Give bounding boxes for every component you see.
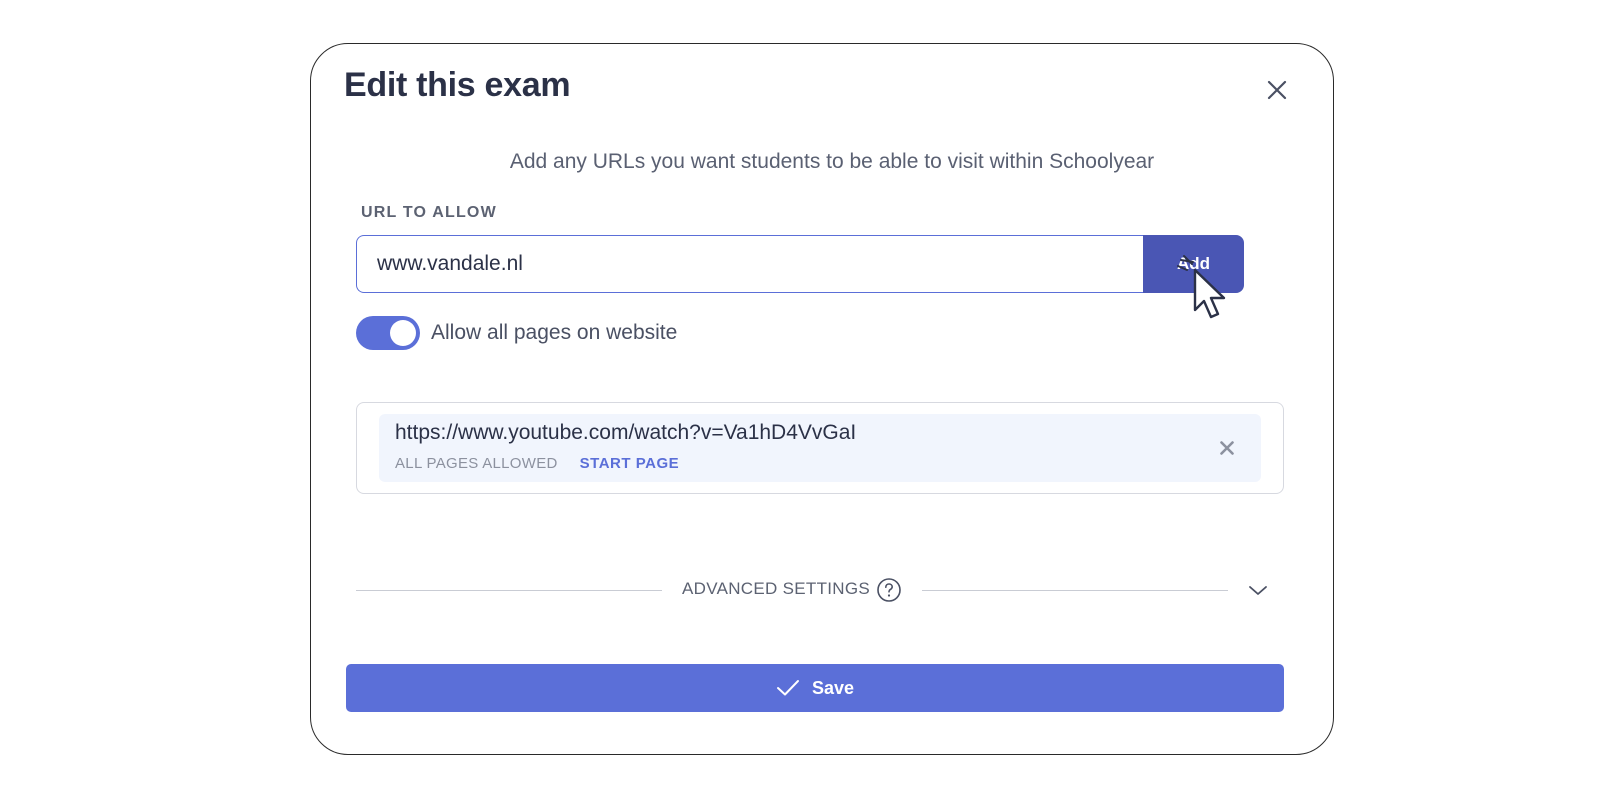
url-input[interactable] [356, 235, 1143, 293]
divider-right [922, 590, 1228, 591]
divider-left [356, 590, 662, 591]
remove-icon [1220, 441, 1234, 455]
allow-all-pages-row: Allow all pages on website [356, 316, 677, 350]
url-field-label: URL TO ALLOW [361, 204, 497, 221]
add-url-button[interactable]: Add [1143, 235, 1244, 293]
list-item: https://www.youtube.com/watch?v=Va1hD4Vv… [379, 414, 1261, 482]
dialog-subtitle: Add any URLs you want students to be abl… [509, 150, 1155, 173]
advanced-settings-label: ADVANCED SETTINGS [682, 579, 871, 598]
url-input-group: Add [356, 235, 1244, 293]
remove-url-button[interactable] [1215, 436, 1239, 460]
save-button-label: Save [811, 677, 855, 698]
checkmark-icon [776, 680, 799, 696]
allow-all-pages-toggle[interactable] [356, 316, 420, 350]
start-page-link[interactable]: START PAGE [580, 455, 679, 472]
allow-all-pages-label: Allow all pages on website [431, 321, 678, 344]
allowed-url-list: https://www.youtube.com/watch?v=Va1hD4Vv… [356, 402, 1284, 494]
close-button[interactable] [1259, 72, 1295, 108]
scope-badge: ALL PAGES ALLOWED [395, 455, 558, 472]
dialog-title: Edit this exam [344, 66, 571, 104]
allowed-url-meta: ALL PAGES ALLOWED START PAGE [395, 455, 679, 472]
toggle-knob [390, 320, 416, 346]
chevron-down-icon[interactable] [1245, 580, 1271, 600]
help-icon[interactable] [876, 577, 902, 603]
save-button[interactable]: Save [346, 664, 1284, 712]
close-icon [1267, 80, 1287, 100]
edit-exam-dialog: Edit this exam Add any URLs you want stu… [310, 43, 1334, 755]
advanced-settings-toggle[interactable]: ADVANCED SETTINGS [356, 570, 1284, 610]
allowed-url-text: https://www.youtube.com/watch?v=Va1hD4Vv… [395, 421, 857, 444]
